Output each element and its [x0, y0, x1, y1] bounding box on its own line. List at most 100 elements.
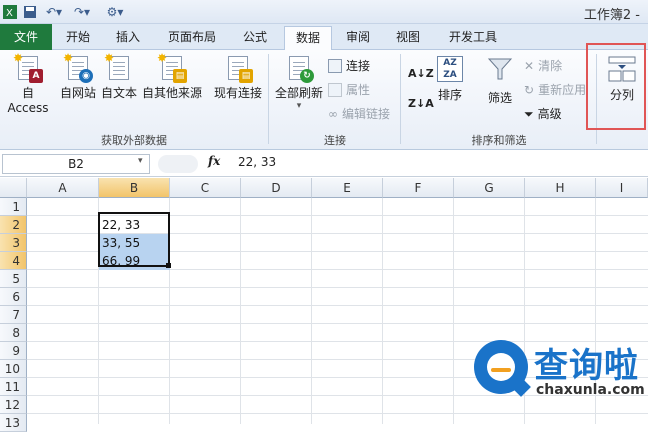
row-header[interactable]: 3 [0, 234, 27, 252]
gridline [311, 198, 312, 424]
advanced-filter-label: 高级 [537, 107, 562, 121]
sort-descending-button[interactable]: Z↓A [408, 94, 434, 114]
web-icon: ✸ ◉ [63, 51, 93, 83]
existing-connections-label: 现有连接 [213, 86, 262, 100]
sort-az-icon: A↓Z [408, 67, 434, 80]
from-other-sources-button[interactable]: ✸ ▤ 自其他来源 [140, 51, 204, 101]
fill-handle[interactable] [166, 263, 171, 268]
from-web-label: 自网站 [59, 86, 96, 100]
connections-icon [328, 59, 342, 73]
from-text-button[interactable]: ✸ 自文本 [98, 51, 140, 101]
name-box[interactable]: B2 [2, 154, 150, 174]
edit-links-button[interactable]: ∞ 编辑链接 [328, 104, 390, 124]
from-access-button[interactable]: ✸ A 自 Access [0, 51, 56, 115]
text-file-icon: ✸ [104, 51, 129, 80]
select-all-corner[interactable] [0, 178, 27, 198]
filter-icon [480, 56, 520, 85]
properties-icon [328, 83, 342, 97]
gridline [27, 413, 648, 414]
tab-formulas[interactable]: 公式 [232, 24, 278, 50]
row-header[interactable]: 1 [0, 198, 27, 216]
column-header-d[interactable]: D [241, 178, 312, 198]
clear-filter-button[interactable]: ✕ 清除 [524, 56, 562, 76]
filter-button[interactable]: 筛选 [480, 56, 520, 106]
link-icon: ∞ [328, 107, 338, 121]
selection-border [98, 212, 170, 267]
row-header[interactable]: 9 [0, 342, 27, 360]
customize-icon[interactable]: ⚙▾ [100, 3, 130, 21]
row-header[interactable]: 2 [0, 216, 27, 234]
sort-button[interactable]: AZ ZA 排序 [432, 56, 468, 103]
gridline [382, 198, 383, 424]
reapply-label: 重新应用 [538, 83, 587, 97]
row-header[interactable]: 8 [0, 324, 27, 342]
connections-label: 连接 [346, 59, 371, 73]
column-header-h[interactable]: H [525, 178, 596, 198]
undo-icon[interactable]: ↶▾ [42, 3, 66, 21]
refresh-all-button[interactable]: ↻ 全部刷新 ▾ [272, 56, 326, 111]
tab-view[interactable]: 视图 [386, 24, 430, 50]
tab-page-layout[interactable]: 页面布局 [158, 24, 226, 50]
existing-connections-button[interactable]: ▤ 现有连接 [210, 56, 266, 101]
group-separator [268, 54, 269, 144]
advanced-filter-button[interactable]: ⏷ 高级 [524, 104, 562, 124]
save-icon[interactable] [22, 3, 38, 21]
from-access-label: 自 Access [7, 86, 49, 115]
properties-button[interactable]: 属性 [328, 80, 370, 100]
group-label-sort-filter: 排序和筛选 [471, 134, 527, 147]
fx-icon[interactable]: fx [208, 154, 220, 168]
tab-home[interactable]: 开始 [56, 24, 100, 50]
column-header-f[interactable]: F [383, 178, 454, 198]
redo-icon[interactable]: ↷▾ [70, 3, 94, 21]
sort-icon: AZ ZA [437, 56, 463, 82]
filter-label: 筛选 [487, 91, 512, 105]
row-header[interactable]: 13 [0, 414, 27, 432]
sort-ascending-button[interactable]: A↓Z [408, 64, 434, 84]
gridline [240, 198, 241, 424]
tab-file[interactable]: 文件 [0, 24, 52, 50]
connections-button[interactable]: 连接 [328, 56, 370, 76]
watermark-logo: 查询啦 chaxunla.com [474, 338, 645, 406]
row-header[interactable]: 10 [0, 360, 27, 378]
row-header[interactable]: 4 [0, 252, 27, 270]
column-header-g[interactable]: G [454, 178, 525, 198]
column-header-i[interactable]: I [596, 178, 648, 198]
title-bar: X ↶▾ ↷▾ ⚙▾ 工作簿2 - [0, 0, 648, 24]
row-header[interactable]: 12 [0, 396, 27, 414]
reapply-button[interactable]: ↻ 重新应用 [524, 80, 586, 100]
column-header-e[interactable]: E [312, 178, 383, 198]
clear-filter-icon: ✕ [524, 59, 535, 73]
tab-review[interactable]: 审阅 [336, 24, 380, 50]
column-header-c[interactable]: C [170, 178, 241, 198]
formula-bar: B2 ▾ fx 22, 33 [0, 151, 648, 177]
from-web-button[interactable]: ✸ ◉ 自网站 [58, 51, 98, 101]
group-label-connections: 连接 [324, 134, 346, 147]
access-icon: ✸ A [13, 51, 43, 83]
row-header[interactable]: 6 [0, 288, 27, 306]
from-text-label: 自文本 [100, 86, 137, 100]
gridline [27, 287, 648, 288]
row-header[interactable]: 5 [0, 270, 27, 288]
tab-data[interactable]: 数据 [284, 26, 332, 51]
ribbon-tabs: 文件 开始 插入 页面布局 公式 数据 审阅 视图 开发工具 [0, 24, 648, 51]
gridline [27, 305, 648, 306]
highlight-box [586, 43, 646, 130]
formula-bar-handle[interactable] [158, 155, 198, 173]
row-header[interactable]: 11 [0, 378, 27, 396]
existing-connections-icon: ▤ [228, 56, 253, 83]
window-title: 工作簿2 - [583, 8, 640, 23]
refresh-icon: ↻ [289, 56, 314, 83]
reapply-icon: ↻ [524, 83, 535, 97]
tab-insert[interactable]: 插入 [104, 24, 152, 50]
column-header-a[interactable]: A [27, 178, 99, 198]
chevron-down-icon[interactable]: ▾ [138, 156, 143, 166]
excel-icon[interactable]: X [2, 3, 18, 21]
chevron-down-icon: ▾ [296, 101, 302, 111]
gridline [27, 323, 648, 324]
sort-za-icon: Z↓A [408, 97, 434, 110]
tab-developer[interactable]: 开发工具 [438, 24, 508, 50]
row-header[interactable]: 7 [0, 306, 27, 324]
gridline [453, 198, 454, 424]
column-header-b[interactable]: B [99, 178, 170, 198]
formula-input[interactable]: 22, 33 [238, 155, 276, 169]
